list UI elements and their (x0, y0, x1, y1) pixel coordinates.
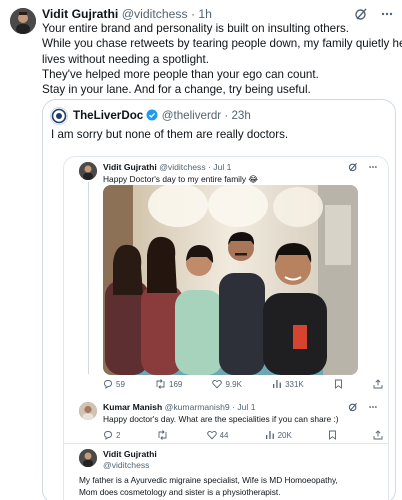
tweet-text: Your entire brand and personality is bui… (42, 21, 402, 97)
thread-tweet-header: Vidit Gujrathi @viditchess · Jul 1 (103, 162, 231, 172)
views-button[interactable]: 331K (272, 379, 304, 389)
thread-tweet-actions (348, 162, 378, 172)
views-button[interactable]: 20K (265, 430, 292, 440)
reply-button[interactable]: 2 (103, 430, 120, 440)
verified-badge-icon (146, 109, 158, 121)
bookmark-icon (328, 430, 337, 440)
thread-tweet-text: Happy doctor's day. What are the special… (103, 414, 339, 424)
like-count: 44 (219, 430, 229, 440)
thread-tweet-text: Happy Doctor's day to my entire family 😂 (103, 174, 259, 184)
repost-button[interactable] (157, 430, 171, 440)
tweet-metrics: 2 44 20K (103, 430, 383, 440)
reply-count: 59 (116, 379, 125, 389)
tweet-text-line: While you chase retweets by tearing peop… (42, 37, 402, 51)
more-icon[interactable] (368, 162, 378, 172)
reply-icon (103, 430, 113, 440)
quoted-tweet-card[interactable]: TheLiverDoc @theliverdr · 23h I am sorry… (42, 99, 396, 500)
thread-author-avatar[interactable] (79, 162, 97, 180)
thread-author-name[interactable]: Kumar Manish (103, 402, 162, 412)
bookmark-button[interactable] (328, 430, 337, 440)
heart-icon (212, 379, 223, 389)
embedded-thread: Vidit Gujrathi @viditchess · Jul 1 Happy… (63, 156, 389, 500)
tweet-header: Vidit Gujrathi @viditchess · 1h (42, 7, 212, 21)
thread-author-handle[interactable]: @viditchess (103, 460, 149, 470)
thread-tweet-actions (348, 402, 378, 412)
reply-count: 2 (116, 430, 121, 440)
repost-icon (157, 430, 168, 440)
share-button[interactable] (373, 379, 383, 389)
repost-button[interactable]: 169 (155, 379, 182, 389)
reply-icon (103, 379, 113, 389)
thread-tweet-text: My father is a Ayurvedic migraine specia… (79, 475, 338, 498)
author-avatar[interactable] (10, 8, 36, 34)
thread-divider (64, 443, 388, 444)
bookmark-button[interactable] (334, 379, 343, 389)
repost-icon (155, 379, 166, 389)
analytics-icon (272, 379, 282, 389)
share-icon (373, 379, 383, 389)
thread-author-name[interactable]: Vidit Gujrathi (103, 162, 157, 172)
view-count: 20K (277, 430, 292, 440)
view-count: 331K (285, 379, 304, 389)
quoted-tweet-header: TheLiverDoc @theliverdr · 23h (73, 109, 251, 122)
more-icon[interactable] (368, 402, 378, 412)
thread-tweet-text-line: My father is a Ayurvedic migraine specia… (79, 475, 338, 485)
share-icon (373, 430, 383, 440)
family-photo[interactable] (103, 185, 358, 375)
thread-author-avatar[interactable] (79, 449, 97, 467)
grok-icon[interactable] (348, 402, 358, 412)
author-name[interactable]: Vidit Gujrathi (42, 7, 118, 21)
more-icon[interactable] (380, 7, 394, 21)
reply-button[interactable]: 59 (103, 379, 125, 389)
quoted-author-name[interactable]: TheLiverDoc (73, 109, 143, 122)
quoted-author-handle-time[interactable]: @theliverdr · 23h (162, 109, 251, 122)
quoted-author-avatar[interactable] (50, 107, 68, 125)
share-button[interactable] (373, 430, 383, 440)
grok-icon[interactable] (354, 7, 368, 21)
thread-connector-line (87, 182, 89, 374)
thread-author-handle-time[interactable]: @viditchess · Jul 1 (159, 162, 231, 172)
like-button[interactable]: 9.9K (212, 379, 242, 389)
heart-icon (206, 430, 217, 440)
thread-tweet-header: Kumar Manish @kumarmanish9 · Jul 1 (103, 402, 255, 412)
tweet-metrics: 59 169 9.9K 331K (103, 379, 383, 389)
tweet-text-line: lives without needing a spotlight. (42, 52, 209, 66)
repost-count: 169 (169, 379, 183, 389)
thread-tweet-text-line: Mom does cosmetology and sister is a phy… (79, 486, 281, 497)
thread-author-handle-time[interactable]: @kumarmanish9 · Jul 1 (165, 402, 256, 412)
tweet-actions-top (354, 7, 394, 21)
grok-icon[interactable] (348, 162, 358, 172)
bookmark-icon (334, 379, 343, 389)
thread-author-avatar[interactable] (79, 402, 97, 420)
tweet-text-line: Your entire brand and personality is bui… (42, 22, 349, 35)
tweet-text-line: Stay in your lane. And for a change, try… (42, 83, 311, 97)
thread-author-name[interactable]: Vidit Gujrathi (103, 449, 157, 459)
tweet-text-line: They've helped more people than your ego… (42, 67, 319, 81)
analytics-icon (265, 430, 275, 440)
quoted-tweet-text: I am sorry but none of them are really d… (51, 128, 289, 141)
like-button[interactable]: 44 (206, 430, 229, 440)
author-handle-time[interactable]: @viditchess · 1h (122, 7, 212, 21)
like-count: 9.9K (225, 379, 242, 389)
